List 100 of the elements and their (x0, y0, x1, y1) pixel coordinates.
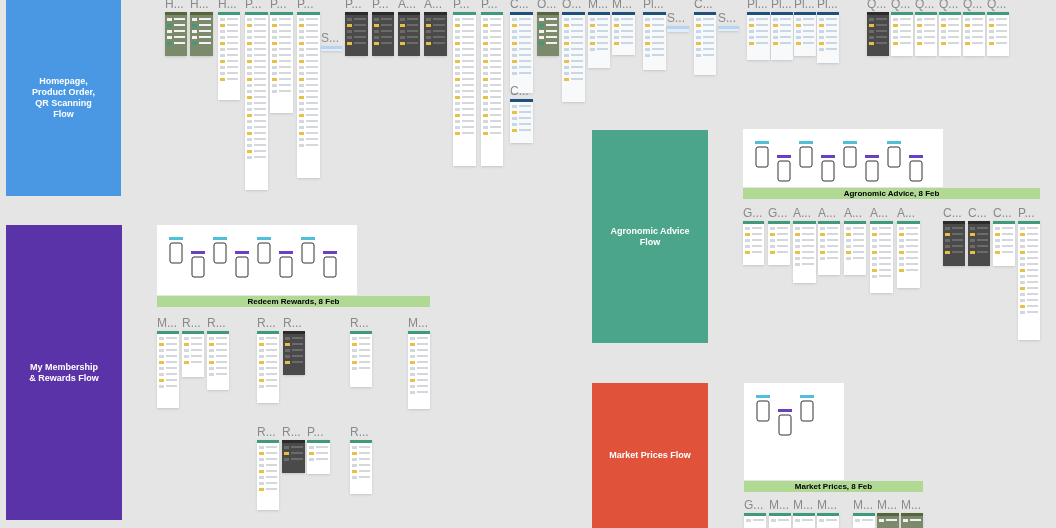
screen-thumbnail[interactable] (771, 12, 793, 60)
screen-thumbnail[interactable] (297, 12, 320, 178)
screen-thumbnail[interactable] (481, 12, 503, 166)
screen-thumbnail[interactable] (245, 12, 268, 190)
screen-thumbnail[interactable] (182, 331, 204, 377)
section-title: Market Prices Flow (609, 450, 691, 461)
frame-label: C... (993, 207, 1012, 219)
frame-label: P... (245, 0, 262, 10)
frame-label: G... (743, 207, 763, 219)
frame-label: P... (297, 0, 314, 10)
frame-label: O... (562, 0, 582, 10)
screen-thumbnail[interactable] (282, 440, 305, 473)
frame-label: P... (270, 0, 287, 10)
screen-thumbnail[interactable] (257, 331, 279, 403)
screen-thumbnail[interactable] (537, 12, 559, 56)
frame-label: M... (769, 499, 789, 511)
frame-label: Pl... (643, 0, 664, 10)
screen-thumbnail[interactable] (350, 331, 372, 387)
screen-thumbnail[interactable] (408, 331, 430, 409)
screen-thumbnail[interactable] (915, 12, 937, 56)
screen-thumbnail[interactable] (157, 331, 179, 408)
frame-label: Q... (867, 0, 887, 10)
screen-thumbnail[interactable] (769, 513, 791, 528)
section-title: Homepage, Product Order, QR Scanning Flow (32, 76, 95, 120)
screen-thumbnail[interactable] (968, 221, 990, 266)
frame-label: H... (165, 0, 184, 10)
frame-label: R... (350, 426, 369, 438)
screen-thumbnail[interactable] (612, 12, 635, 55)
screen-thumbnail[interactable] (793, 221, 816, 283)
screen-thumbnail[interactable] (844, 221, 866, 275)
frame-label: R... (257, 317, 276, 329)
frame-label: A... (793, 207, 811, 219)
screen-thumbnail[interactable] (867, 12, 889, 56)
frame-label: M... (588, 0, 608, 10)
screen-thumbnail[interactable] (307, 440, 330, 474)
screen-thumbnail[interactable] (588, 12, 610, 68)
screen-thumbnail[interactable] (794, 12, 816, 56)
screen-thumbnail[interactable] (424, 12, 447, 56)
screen-thumbnail[interactable] (793, 513, 815, 528)
frame-label: Pl... (794, 0, 815, 10)
screen-thumbnail[interactable] (283, 331, 305, 375)
screen-thumbnail[interactable] (218, 12, 240, 100)
frame-label: Q... (891, 0, 911, 10)
screen-thumbnail[interactable] (350, 440, 372, 494)
frame-label: Pl... (771, 0, 792, 10)
frame-label: R... (182, 317, 201, 329)
screen-thumbnail[interactable] (694, 12, 716, 75)
board-caption: Market Prices, 8 Feb (744, 481, 923, 492)
screen-thumbnail[interactable] (768, 221, 790, 265)
screen-thumbnail[interactable] (345, 12, 368, 56)
screen-thumbnail[interactable] (270, 12, 293, 113)
screen-thumbnail[interactable] (643, 12, 666, 70)
screen-thumbnail[interactable] (901, 513, 923, 528)
frame-label: R... (257, 426, 276, 438)
frame-label: M... (157, 317, 177, 329)
screen-thumbnail[interactable] (853, 513, 875, 528)
screen-thumbnail[interactable] (891, 12, 913, 56)
screen-thumbnail[interactable] (818, 221, 840, 275)
screen-thumbnail[interactable] (939, 12, 961, 56)
screen-thumbnail[interactable] (1018, 221, 1040, 340)
screen-thumbnail[interactable] (165, 12, 187, 56)
frame-label: C... (943, 207, 962, 219)
frame-label: P... (345, 0, 362, 10)
screen-thumbnail[interactable] (562, 12, 585, 102)
screen-thumbnail[interactable] (321, 46, 342, 51)
frame-label: M... (408, 317, 428, 329)
screen-thumbnail[interactable] (453, 12, 476, 166)
frame-label: M... (853, 499, 873, 511)
frame-label: R... (282, 426, 301, 438)
screen-thumbnail[interactable] (943, 221, 965, 266)
screen-thumbnail[interactable] (870, 221, 893, 293)
screen-thumbnail[interactable] (987, 12, 1009, 56)
screen-thumbnail[interactable] (743, 221, 764, 265)
frame-label: H... (218, 0, 237, 10)
frame-label: Pl... (817, 0, 838, 10)
screen-thumbnail[interactable] (897, 221, 920, 288)
screen-thumbnail[interactable] (718, 26, 739, 31)
screen-thumbnail[interactable] (747, 12, 770, 60)
screen-thumbnail[interactable] (398, 12, 420, 56)
screen-thumbnail[interactable] (817, 12, 839, 63)
screen-thumbnail[interactable] (667, 26, 689, 32)
screen-thumbnail[interactable] (877, 513, 899, 528)
screen-thumbnail[interactable] (510, 99, 533, 143)
frame-label: A... (424, 0, 442, 10)
screen-thumbnail[interactable] (510, 12, 533, 93)
frame-label: M... (877, 499, 897, 511)
screen-thumbnail[interactable] (993, 221, 1015, 266)
frame-label: P... (453, 0, 470, 10)
screen-thumbnail[interactable] (207, 331, 229, 390)
screen-thumbnail[interactable] (190, 12, 213, 56)
frame-label: O... (537, 0, 557, 10)
frame-label: A... (398, 0, 416, 10)
screen-thumbnail[interactable] (744, 513, 766, 528)
screen-thumbnail[interactable] (963, 12, 985, 56)
frame-label: A... (844, 207, 862, 219)
frame-label: Q... (963, 0, 983, 10)
frame-label: C... (694, 0, 713, 10)
screen-thumbnail[interactable] (817, 513, 839, 528)
screen-thumbnail[interactable] (257, 440, 279, 510)
screen-thumbnail[interactable] (372, 12, 394, 56)
